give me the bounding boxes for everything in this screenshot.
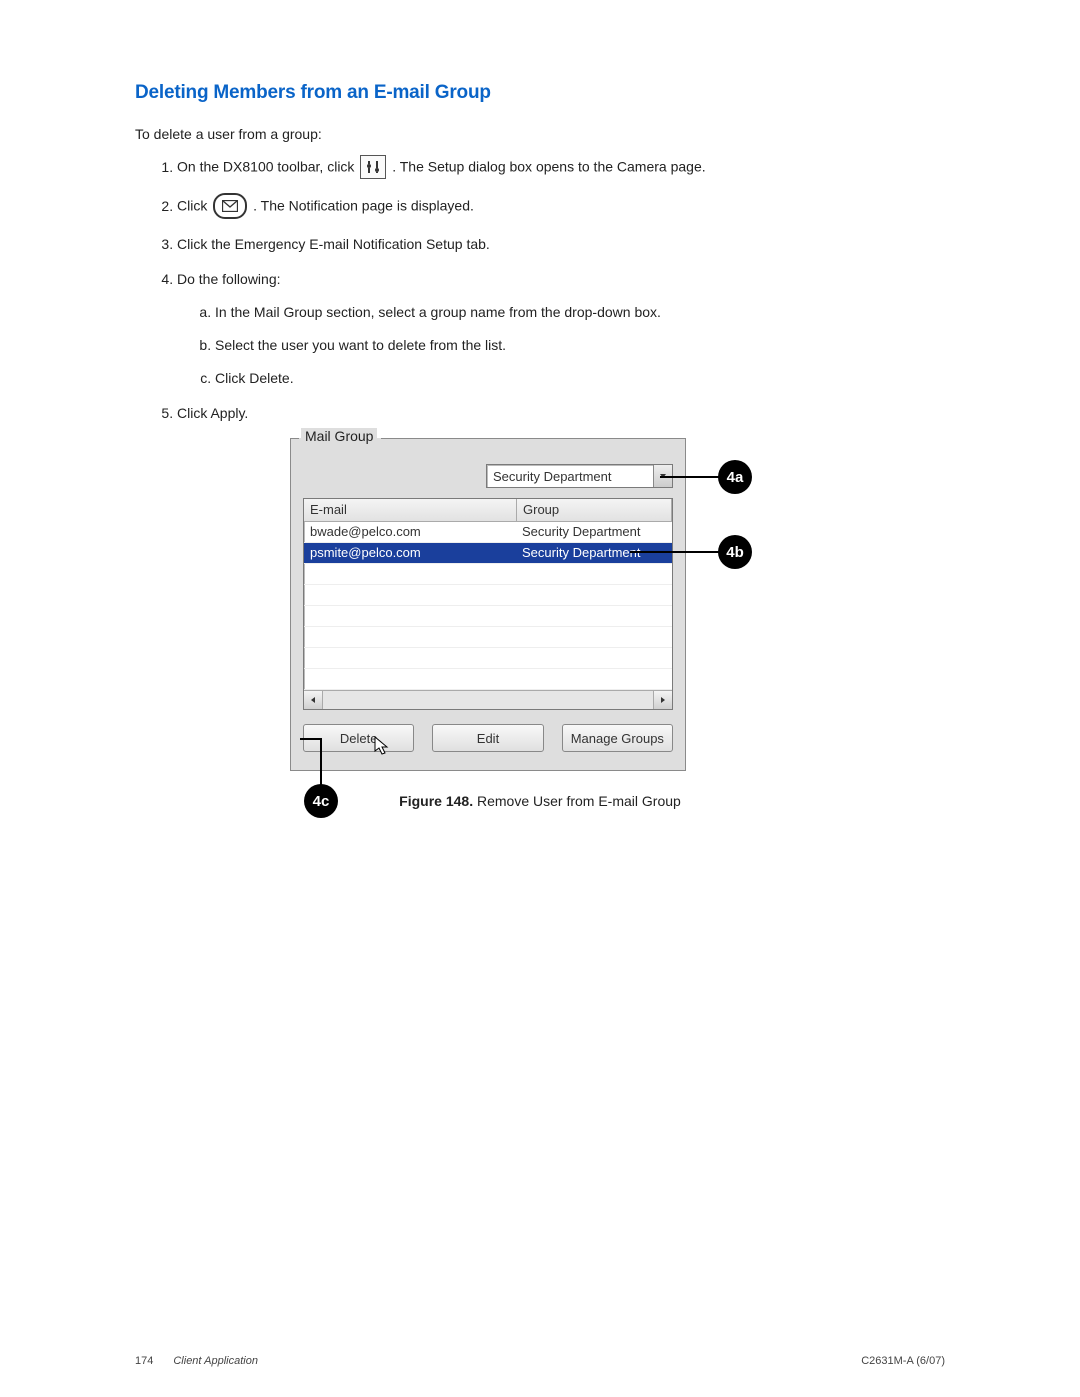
page-footer: 174 Client Application C2631M-A (6/07): [135, 1355, 945, 1367]
step-2: Click . The Notification page is display…: [177, 194, 945, 220]
mail-icon: [213, 193, 247, 219]
footer-app-name: Client Application: [173, 1355, 258, 1367]
callout-4a: 4a: [718, 460, 752, 494]
cursor-icon: [374, 736, 390, 756]
callout-line: [660, 476, 720, 478]
callout-line: [300, 738, 322, 740]
step-5: Click Apply.: [177, 403, 945, 424]
figure-caption: Figure 148. Remove User from E-mail Grou…: [290, 793, 790, 809]
cell-email: bwade@pelco.com: [304, 522, 516, 542]
figure-label: Figure 148.: [399, 793, 473, 809]
page-number: 174: [135, 1355, 153, 1367]
mail-group-label: Mail Group: [301, 428, 377, 444]
step-4: Do the following: In the Mail Group sect…: [177, 269, 945, 389]
steps-list: On the DX8100 toolbar, click . The Setup…: [135, 156, 945, 424]
figure-screenshot: Mail Group Security Department E-mail Gr…: [290, 438, 790, 809]
step-1-text-b: . The Setup dialog box opens to the Came…: [392, 159, 705, 175]
column-email: E-mail: [304, 499, 517, 521]
step-3: Click the Emergency E-mail Notification …: [177, 234, 945, 255]
table-row[interactable]: bwade@pelco.com Security Department: [304, 522, 672, 543]
step-4c: Click Delete.: [215, 368, 945, 389]
section-title: Deleting Members from an E-mail Group: [135, 82, 945, 104]
step-4a: In the Mail Group section, select a grou…: [215, 302, 945, 323]
footer-doc-id: C2631M-A (6/07): [861, 1355, 945, 1367]
step-1-text-a: On the DX8100 toolbar, click: [177, 159, 358, 175]
cell-group: Security Department: [516, 543, 672, 563]
group-dropdown-value: Security Department: [487, 469, 653, 484]
scroll-track[interactable]: [323, 691, 653, 709]
button-row: Delete Edit Manage Groups: [303, 724, 673, 752]
callout-4c: 4c: [304, 784, 338, 818]
mail-group-panel: Mail Group Security Department E-mail Gr…: [290, 438, 686, 771]
scroll-right-icon[interactable]: [653, 691, 672, 709]
cell-group: Security Department: [516, 522, 672, 542]
setup-icon: [360, 155, 386, 179]
table-row[interactable]: psmite@pelco.com Security Department: [304, 543, 672, 564]
callout-line: [630, 551, 720, 553]
scroll-left-icon[interactable]: [304, 691, 323, 709]
step-4b: Select the user you want to delete from …: [215, 335, 945, 356]
step-2-text-a: Click: [177, 198, 211, 214]
horizontal-scrollbar[interactable]: [304, 690, 672, 709]
figure-caption-text: Remove User from E-mail Group: [473, 793, 681, 809]
substeps-list: In the Mail Group section, select a grou…: [177, 302, 945, 389]
step-1: On the DX8100 toolbar, click . The Setup…: [177, 156, 945, 180]
list-header: E-mail Group: [304, 499, 672, 522]
column-group: Group: [517, 499, 672, 521]
callout-4b: 4b: [718, 535, 752, 569]
edit-button[interactable]: Edit: [432, 724, 543, 752]
group-dropdown[interactable]: Security Department: [486, 464, 673, 488]
intro-text: To delete a user from a group:: [135, 126, 945, 142]
members-list[interactable]: E-mail Group bwade@pelco.com Security De…: [303, 498, 673, 710]
blank-rows: [304, 564, 672, 690]
step-2-text-b: . The Notification page is displayed.: [253, 198, 474, 214]
step-4-text: Do the following:: [177, 271, 281, 287]
cell-email: psmite@pelco.com: [304, 543, 516, 563]
manage-groups-button[interactable]: Manage Groups: [562, 724, 673, 752]
